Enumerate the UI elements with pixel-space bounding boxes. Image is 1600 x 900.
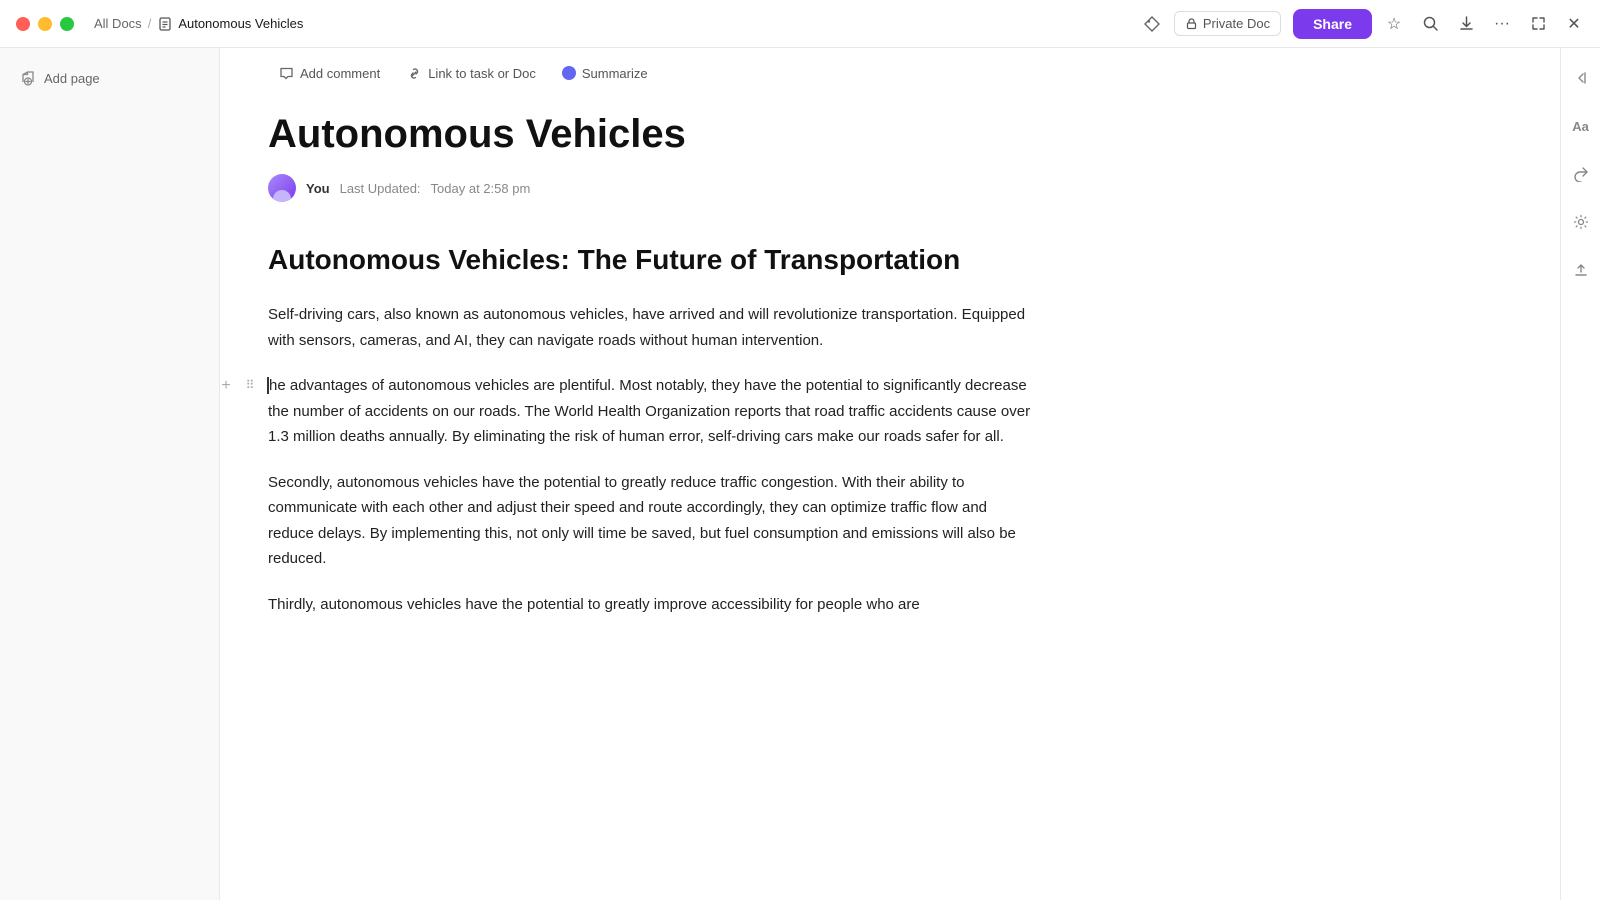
search-icon[interactable]	[1420, 14, 1440, 34]
close-traffic-light[interactable]	[16, 17, 30, 31]
titlebar-icons	[1142, 14, 1162, 34]
summarize-label: Summarize	[582, 66, 648, 81]
add-page-label: Add page	[44, 71, 100, 86]
collapse-icon[interactable]	[1567, 64, 1595, 92]
more-icon[interactable]: ···	[1492, 14, 1512, 34]
tag-icon[interactable]	[1142, 14, 1162, 34]
font-size-icon[interactable]: Aa	[1567, 112, 1595, 140]
private-doc-badge: Private Doc	[1174, 11, 1281, 36]
share-link-icon[interactable]	[1567, 160, 1595, 188]
traffic-lights	[16, 17, 74, 31]
right-sidebar: Aa	[1560, 48, 1600, 900]
add-comment-button[interactable]: Add comment	[268, 60, 390, 86]
download-icon[interactable]	[1456, 14, 1476, 34]
doc-icon	[157, 16, 173, 32]
breadcrumb-doc-title[interactable]: Autonomous Vehicles	[178, 16, 303, 31]
link-icon	[406, 65, 422, 81]
doc-paragraph-1[interactable]: Self-driving cars, also known as autonom…	[268, 302, 1032, 353]
add-page-button[interactable]: Add page	[12, 64, 207, 92]
add-comment-label: Add comment	[300, 66, 380, 81]
doc-toolbar: Add comment Link to task or Doc Summariz…	[220, 48, 1560, 94]
breadcrumb-root[interactable]: All Docs	[94, 16, 142, 31]
doc-content: Autonomous Vehicles You Last Updated: To…	[220, 94, 1080, 677]
lock-icon	[1185, 17, 1198, 30]
doc-author: You	[306, 181, 330, 196]
breadcrumb-current: Autonomous Vehicles	[157, 16, 303, 32]
action-icons: ☆ ··· ✕	[1384, 14, 1584, 34]
author-avatar	[268, 174, 296, 202]
summarize-button[interactable]: Summarize	[552, 61, 658, 86]
doc-paragraph-2[interactable]: + ⠿ he advantages of autonomous vehicles…	[268, 373, 1032, 450]
expand-icon[interactable]	[1528, 14, 1548, 34]
paragraph2-text: he advantages of autonomous vehicles are…	[268, 377, 1030, 445]
titlebar: All Docs / Autonomous Vehicles	[0, 0, 1600, 48]
settings-icon[interactable]	[1567, 208, 1595, 236]
breadcrumb: All Docs / Autonomous Vehicles	[94, 16, 1142, 32]
doc-meta: You Last Updated: Today at 2:58 pm	[268, 174, 1032, 202]
summarize-icon	[562, 66, 576, 80]
doc-paragraph-3[interactable]: Secondly, autonomous vehicles have the p…	[268, 470, 1032, 572]
upload-icon[interactable]	[1567, 256, 1595, 284]
block-controls: + ⠿	[220, 375, 260, 395]
maximize-traffic-light[interactable]	[60, 17, 74, 31]
share-button[interactable]: Share	[1293, 9, 1372, 39]
close-icon[interactable]: ✕	[1564, 14, 1584, 34]
doc-heading[interactable]: Autonomous Vehicles: The Future of Trans…	[268, 242, 1032, 278]
sidebar: Add page	[0, 48, 220, 900]
block-drag-handle[interactable]: ⠿	[240, 375, 260, 395]
star-icon[interactable]: ☆	[1384, 14, 1404, 34]
doc-title[interactable]: Autonomous Vehicles	[268, 110, 1032, 158]
doc-paragraph-4[interactable]: Thirdly, autonomous vehicles have the po…	[268, 592, 1032, 618]
titlebar-right: Private Doc Share ☆ ···	[1142, 9, 1584, 39]
link-task-button[interactable]: Link to task or Doc	[396, 60, 546, 86]
editor-area: Add comment Link to task or Doc Summariz…	[220, 48, 1560, 900]
comment-icon	[278, 65, 294, 81]
last-updated-value: Today at 2:58 pm	[431, 181, 531, 196]
add-page-icon	[20, 70, 36, 86]
last-updated-label: Last Updated:	[340, 181, 421, 196]
private-doc-label: Private Doc	[1203, 16, 1270, 31]
main-layout: Add page Add comment	[0, 48, 1600, 900]
breadcrumb-separator: /	[148, 16, 152, 31]
minimize-traffic-light[interactable]	[38, 17, 52, 31]
block-add-button[interactable]: +	[220, 375, 236, 395]
link-task-label: Link to task or Doc	[428, 66, 536, 81]
